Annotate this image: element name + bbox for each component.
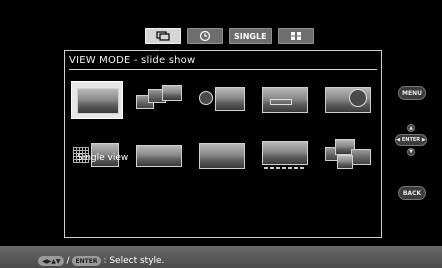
back-button-label: BACK	[402, 189, 422, 197]
down-arrow-icon[interactable]: ▼	[407, 148, 415, 156]
enter-key-icon: ENTER	[71, 256, 102, 266]
tab-single-label: SINGLE	[234, 31, 267, 41]
single-view-style[interactable]	[71, 81, 123, 119]
up-arrow-icon[interactable]: ▲	[407, 124, 415, 132]
wide-view-style[interactable]	[197, 137, 249, 175]
slideshow-icon	[156, 31, 170, 41]
clock-large-style[interactable]	[323, 81, 375, 119]
view-mode-tabs: SINGLE	[145, 28, 314, 44]
footer-instruction: : Select style.	[103, 256, 165, 266]
footer-help: ◀▶▲▼ / ENTER : Select style.	[38, 256, 164, 266]
date-strip-style[interactable]	[260, 137, 312, 175]
back-button[interactable]: BACK	[398, 186, 426, 200]
view-mode-panel: VIEW MODE - slide show Single view	[64, 50, 382, 238]
tab-single[interactable]: SINGLE	[229, 28, 272, 44]
title-divider	[69, 69, 377, 70]
index-grid-icon	[290, 31, 302, 41]
tab-clock[interactable]	[187, 28, 223, 44]
footer-separator: /	[66, 256, 70, 266]
menu-button-label: MENU	[402, 89, 422, 97]
navigation-cluster: ▲ ◀ ENTER ▶ ▼	[395, 122, 427, 162]
clock-small-style[interactable]	[197, 81, 249, 119]
calendar-style[interactable]	[260, 81, 312, 119]
multi-view-style[interactable]	[134, 81, 186, 119]
tab-slideshow[interactable]	[145, 28, 181, 44]
arrow-keys-icon: ◀▶▲▼	[38, 256, 65, 266]
menu-button[interactable]: MENU	[398, 86, 426, 100]
clock-icon	[199, 30, 211, 42]
panorama-style[interactable]	[134, 137, 186, 175]
enter-button-label: ◀ ENTER ▶	[396, 137, 426, 143]
style-grid: Single view	[71, 81, 377, 201]
footer-bar: ◀▶▲▼ / ENTER : Select style.	[0, 246, 442, 268]
enter-button[interactable]: ◀ ENTER ▶	[395, 134, 427, 146]
selected-style-label: Single view	[77, 153, 129, 163]
collage-style[interactable]	[323, 137, 375, 175]
panel-title: VIEW MODE - slide show	[69, 55, 196, 66]
screen: SINGLE VIEW MODE - slide show Single vie…	[0, 0, 442, 268]
tab-index[interactable]	[277, 28, 314, 44]
